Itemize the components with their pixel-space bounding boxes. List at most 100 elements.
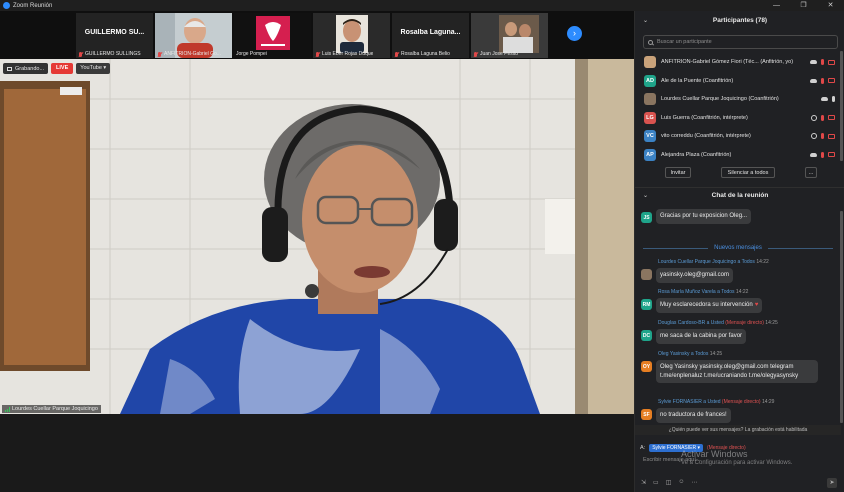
chevron-right-icon: › <box>573 28 576 38</box>
participant-row[interactable]: AD Ale de la Puente (Coanfitrión) <box>635 72 841 91</box>
avatar <box>644 93 656 106</box>
mic-muted-icon[interactable] <box>821 114 824 121</box>
thumbnail-tile[interactable]: Jorge Pompei <box>234 13 311 58</box>
chat-messages: JS Gracias por tu exposicion Oleg... Nue… <box>635 203 841 433</box>
active-speaker-view: Grabando... LIVE YouTube ▾ Lourdes Cuell… <box>0 59 634 414</box>
mic-muted-icon[interactable] <box>821 59 824 66</box>
format-icon[interactable]: ⇲ <box>641 479 646 486</box>
interpreter-icon <box>811 114 817 121</box>
message-meta: Douglas Cardoso-BR a Usted (Mensaje dire… <box>658 320 778 326</box>
search-icon <box>648 39 653 45</box>
cloud-icon <box>821 97 828 102</box>
audio-level-icon <box>5 406 10 412</box>
mic-icon[interactable] <box>832 96 835 103</box>
thumbnail-label: Luis Eber Rojas Duque <box>315 51 373 57</box>
avatar: SF <box>641 409 652 420</box>
zoom-logo-icon <box>3 2 10 9</box>
camera-off-icon[interactable] <box>828 133 835 139</box>
screenshot-icon[interactable]: ◫ <box>666 479 672 486</box>
participant-row[interactable]: LG Luis Guerra (Coanfitrión, intérprete) <box>635 109 841 128</box>
avatar: JS <box>641 212 652 223</box>
mic-muted-icon[interactable] <box>821 77 824 84</box>
next-page-button[interactable]: › <box>567 26 582 41</box>
camera-off-icon[interactable] <box>828 152 835 158</box>
mic-muted-icon <box>315 51 320 57</box>
to-label: A: <box>640 445 646 451</box>
maximize-button[interactable]: ❐ <box>790 0 817 11</box>
collapse-chevron-icon[interactable]: ⌄ <box>643 17 648 24</box>
message-text: no traductora de frances! <box>656 408 731 423</box>
chat-visibility-notice[interactable]: ¿Quién puede ver sus mensajes? La grabac… <box>635 425 841 435</box>
camera-off-icon[interactable] <box>828 59 835 65</box>
close-button[interactable]: ✕ <box>817 0 844 11</box>
participant-name: Lourdes Cuellar Parque Joquicingo (Coanf… <box>661 96 779 103</box>
participant-actions: Invitar Silenciar a todos ... <box>635 167 841 179</box>
thumbnail-tile[interactable]: GUILLERMO SU... GUILLERMO SULLINGS <box>76 13 153 58</box>
message-meta: Sylvie FORNASIER a Usted (Mensaje direct… <box>658 399 775 405</box>
side-panel: ⌄ Participantes (78) Buscar un participa… <box>634 11 844 492</box>
youtube-dropdown[interactable]: YouTube ▾ <box>76 63 111 74</box>
message-meta: Rosa María Muñoz Varela a Todos 14:22 <box>658 289 749 295</box>
send-button[interactable]: ➤ <box>827 478 837 488</box>
chat-scrollbar[interactable] <box>840 211 843 423</box>
participant-status-icons <box>810 151 835 158</box>
participant-row[interactable]: AP Alejandra Plaza (Coanfitrión) <box>635 146 841 165</box>
avatar: VC <box>644 130 656 143</box>
mic-muted-icon <box>78 51 83 57</box>
speaker-name-label: Lourdes Cuellar Parque Joquicingo <box>2 405 101 413</box>
participant-row[interactable]: Lourdes Cuellar Parque Joquicingo (Coanf… <box>635 90 841 109</box>
thumbnail-tile[interactable]: Luis Eber Rojas Duque <box>313 13 390 58</box>
mute-all-button[interactable]: Silenciar a todos <box>721 167 775 178</box>
participants-scrollbar[interactable] <box>840 51 843 161</box>
window-controls: — ❐ ✕ <box>763 0 844 11</box>
recording-bar: Grabando... LIVE YouTube ▾ <box>3 63 111 74</box>
bottom-area <box>0 414 634 492</box>
invite-button[interactable]: Invitar <box>665 167 691 178</box>
thumbnail-label: Juan Jose Pesito <box>473 51 518 57</box>
more-options-button[interactable]: ... <box>805 167 817 178</box>
speaker-video <box>0 59 634 414</box>
record-icon <box>7 66 12 71</box>
windows-activation-watermark: Activar Windows Ve a Configuración para … <box>681 449 793 466</box>
thumbnail-tile[interactable]: ANFITRION-Gabriel Go... <box>155 13 232 58</box>
participant-status-icons <box>821 96 835 103</box>
thumbnail-label: ANFITRION-Gabriel Go... <box>157 51 221 57</box>
minimize-button[interactable]: — <box>763 0 790 11</box>
more-icon[interactable]: ⋯ <box>692 479 698 486</box>
heart-reaction-icon[interactable]: ♥ <box>755 302 759 308</box>
participant-name: ANFITRION-Gabriel Gómez Fiori (Téc... (A… <box>661 59 794 66</box>
recording-indicator[interactable]: Grabando... <box>3 63 49 74</box>
mic-muted-icon[interactable] <box>821 151 824 158</box>
participant-search-input[interactable]: Buscar un participante <box>643 35 838 49</box>
message-meta: Oleg Yasinsky a Todos 14:25 <box>658 351 723 357</box>
participant-row[interactable]: ANFITRION-Gabriel Gómez Fiori (Téc... (A… <box>635 53 841 72</box>
participant-name: vito correddu (Coanfitrión, intérprete) <box>661 133 751 140</box>
avatar: DC <box>641 330 652 341</box>
avatar <box>644 56 656 69</box>
file-icon[interactable]: ▭ <box>653 479 659 486</box>
camera-off-icon[interactable] <box>828 78 835 84</box>
collapse-chevron-icon[interactable]: ⌄ <box>643 192 648 199</box>
avatar: AP <box>644 148 656 161</box>
thumbnail-tile[interactable]: Rosalba Laguna... Rosalba Laguna Belio <box>392 13 469 58</box>
chat-tools: ⇲ ▭ ◫ ☺ ⋯ <box>641 479 698 486</box>
message-text: me saca de la cabina por favor <box>656 329 747 344</box>
title-bar: Zoom Reunión — ❐ ✕ <box>0 0 844 11</box>
message-text: Oleg Yasinsky yasinsky.oleg@gmail.com te… <box>656 360 818 383</box>
participant-list: ANFITRION-Gabriel Gómez Fiori (Téc... (A… <box>635 53 841 164</box>
camera-off-icon[interactable] <box>828 115 835 121</box>
avatar: LG <box>644 111 656 124</box>
message-text: yasinsky.oleg@gmail.com <box>656 268 734 283</box>
mic-muted-icon <box>157 51 162 57</box>
emoji-icon[interactable]: ☺ <box>678 479 684 486</box>
thumbnail-tile[interactable]: Juan Jose Pesito <box>471 13 548 58</box>
thumbnail-label: Rosalba Laguna Belio <box>394 51 450 57</box>
mic-muted-icon[interactable] <box>821 133 824 140</box>
participant-status-icons <box>811 133 835 140</box>
video-thumbnail-strip: GUILLERMO SU... GUILLERMO SULLINGS ANFIT… <box>0 11 634 59</box>
participant-row[interactable]: VC vito correddu (Coanfitrión, intérprete… <box>635 127 841 146</box>
mic-muted-icon <box>394 51 399 57</box>
participant-name: Ale de la Puente (Coanfitrión) <box>661 77 734 84</box>
participant-status-icons <box>810 77 835 84</box>
thumbnail-label: Jorge Pompei <box>236 51 267 57</box>
